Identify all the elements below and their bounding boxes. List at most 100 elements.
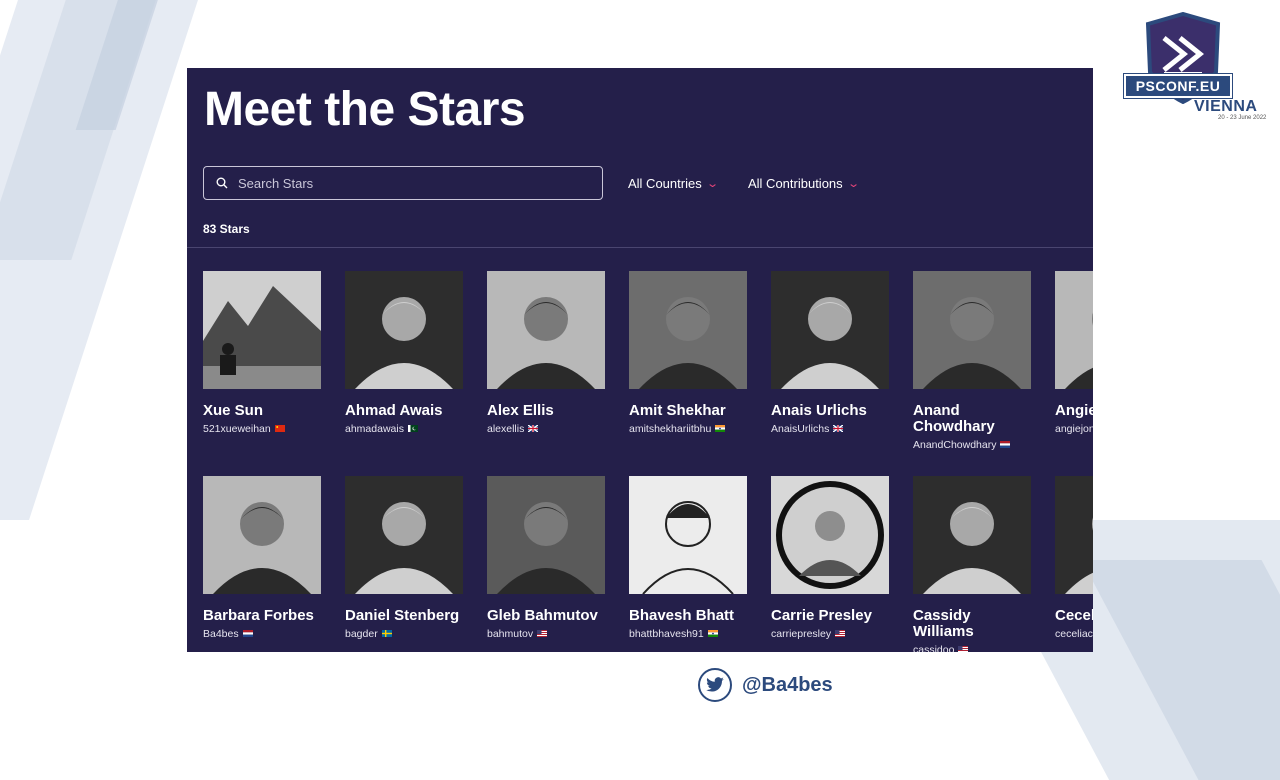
star-name: Amit Shekhar [629,402,726,419]
us-flag-icon [537,628,548,640]
star-name: Daniel Stenberg [345,607,460,624]
contributions-filter-dropdown[interactable]: All Contributions ⌄ [748,176,860,191]
avatar [913,271,1031,389]
us-flag-icon [958,644,969,652]
star-handle: bahmutov [487,628,534,640]
star-handle: cassidoo [913,644,955,652]
star-handle: carriepresley [771,628,832,640]
divider [187,247,1093,248]
star-handle-row: angiejones [1055,423,1093,435]
avatar [629,271,747,389]
avatar [487,271,605,389]
avatar [203,271,321,389]
star-handle: amitshekhariitbhu [629,423,712,435]
star-name: Ahmad Awais [345,402,443,419]
avatar [1055,476,1093,594]
gb-flag-icon [528,423,539,435]
star-name: Gleb Bahmutov [487,607,598,624]
star-card[interactable]: Barbara Forbes Ba4bes [203,476,323,640]
star-handle-row: Ba4bes [203,628,323,640]
star-handle-row: carriepresley [771,628,891,640]
star-card[interactable]: Bhavesh Bhatt bhattbhavesh91 [629,476,749,640]
chevron-down-icon: ⌄ [705,178,719,190]
us-flag-icon [835,628,846,640]
star-handle: angiejones [1055,423,1093,435]
star-name: Xue Sun [203,402,264,419]
star-name: Bhavesh Bhatt [629,607,735,624]
logo-date: 20 - 23 June 2022 [1218,115,1267,121]
star-handle-row: ceceliacreates [1055,628,1093,640]
pk-flag-icon [407,423,418,435]
search-input[interactable] [236,174,580,192]
stars-count: 83 Stars [203,222,250,236]
star-handle: bagder [345,628,378,640]
star-name: Cecelia Martinez [1055,607,1093,624]
star-handle-row: bagder [345,628,465,640]
conference-logo: PSCONF.EU VIENNA 20 - 23 June 2022 [1122,12,1272,124]
logo-ribbon: PSCONF.EU [1124,74,1232,98]
twitter-icon [698,668,732,702]
stars-page-panel: Meet the Stars All Countries ⌄ All Contr… [187,68,1093,652]
filter-label: All Countries [628,176,702,191]
page-title: Meet the Stars [204,83,526,136]
star-handle: 521xueweihan [203,423,271,435]
background-shape [0,0,211,520]
avatar [913,476,1031,594]
search-icon [216,177,228,189]
star-handle-row: ahmadawais [345,423,465,435]
star-card[interactable]: Cecelia Martinez ceceliacreates [1055,476,1093,640]
avatar [1055,271,1093,389]
background-shape [1081,560,1280,780]
star-card[interactable]: Ahmad Awais ahmadawais [345,271,465,435]
star-handle: ceceliacreates [1055,628,1093,640]
star-name: Carrie Presley [771,607,872,624]
star-card[interactable]: Gleb Bahmutov bahmutov [487,476,607,640]
star-handle: AnaisUrlichs [771,423,830,435]
in-flag-icon [707,628,718,640]
cn-flag-icon [274,423,285,435]
star-card[interactable]: Anand Chowdhary AnandChowdhary [913,271,1033,451]
star-card[interactable]: Angie Jones angiejones [1055,271,1093,435]
background-shape [75,0,165,130]
search-box[interactable] [203,166,603,200]
star-handle: alexellis [487,423,525,435]
star-card[interactable]: Anais Urlichs AnaisUrlichs [771,271,891,435]
avatar [771,476,889,594]
in-flag-icon [715,423,726,435]
star-name: Angie Jones [1055,402,1093,419]
star-card[interactable]: Daniel Stenberg bagder [345,476,465,640]
avatar [629,476,747,594]
background-shape [0,0,169,260]
logo-city: VIENNA [1194,98,1258,115]
avatar [345,271,463,389]
avatar [487,476,605,594]
star-card[interactable]: Cassidy Williams cassidoo [913,476,1033,652]
nl-flag-icon [242,628,253,640]
star-name: Cassidy Williams [913,607,974,640]
star-card[interactable]: Alex Ellis alexellis [487,271,607,435]
twitter-handle[interactable]: @Ba4bes [742,674,833,697]
avatar [771,271,889,389]
star-handle-row: bahmutov [487,628,607,640]
twitter-handle-block: @Ba4bes [698,668,833,702]
star-handle: AnandChowdhary [913,439,997,451]
star-handle-row: bhattbhavesh91 [629,628,749,640]
star-name: Anand Chowdhary [913,402,995,435]
star-card[interactable]: Amit Shekhar amitshekhariitbhu [629,271,749,435]
star-handle: bhattbhavesh91 [629,628,704,640]
avatar [203,476,321,594]
star-card[interactable]: Xue Sun 521xueweihan [203,271,323,435]
star-handle-row: amitshekhariitbhu [629,423,749,435]
star-handle-row: alexellis [487,423,607,435]
star-handle-row: AnandChowdhary [913,439,1033,451]
filter-label: All Contributions [748,176,843,191]
star-handle-row: AnaisUrlichs [771,423,891,435]
star-handle: ahmadawais [345,423,404,435]
chevron-down-icon: ⌄ [846,178,860,190]
star-handle-row: cassidoo [913,644,1033,652]
star-handle: Ba4bes [203,628,239,640]
avatar [345,476,463,594]
gb-flag-icon [833,423,844,435]
star-card[interactable]: Carrie Presley carriepresley [771,476,891,640]
countries-filter-dropdown[interactable]: All Countries ⌄ [628,176,719,191]
